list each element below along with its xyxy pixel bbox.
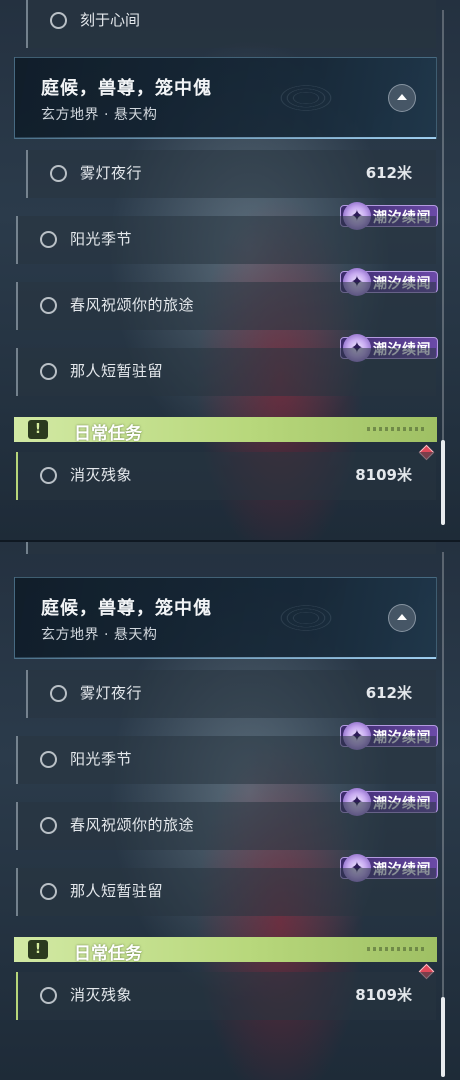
quest-panel-bottom: 庭候，兽尊，笼中傀 玄方地界 · 悬天构 雾灯夜行 612米 ✦ 潮汐续闻 阳光… [0, 540, 460, 1080]
quest-group-title: 庭候，兽尊，笼中傀 [41, 598, 212, 619]
daily-quest-header[interactable]: ! 日常任务 [14, 417, 437, 444]
radio-circle-icon [40, 751, 57, 768]
quest-title: 春风祝颂你的旅途 [70, 296, 195, 314]
daily-quest-header[interactable]: ! 日常任务 [14, 937, 437, 964]
alert-icon: ! [28, 420, 48, 439]
quest-distance: 8109米 [355, 466, 412, 484]
quest-row[interactable]: 春风祝颂你的旅途 [16, 802, 436, 850]
radio-circle-icon [50, 685, 67, 702]
quest-title: 阳光季节 [70, 230, 133, 248]
quest-row-partial[interactable]: 刻于心间 [26, 0, 436, 48]
quest-title: 阳光季节 [70, 750, 133, 768]
quest-group-title: 庭候，兽尊，笼中傀 [41, 78, 212, 99]
quest-row[interactable]: 阳光季节 [16, 216, 436, 264]
quest-title: 春风祝颂你的旅途 [70, 816, 195, 834]
collapse-up-icon[interactable] [388, 84, 416, 112]
radio-circle-icon [40, 817, 57, 834]
quest-title: 雾灯夜行 [80, 164, 143, 182]
radio-circle-icon [40, 297, 57, 314]
radio-circle-icon [50, 12, 67, 29]
daily-quest-title: 日常任务 [74, 424, 142, 444]
collapse-up-icon[interactable] [388, 604, 416, 632]
topographic-pattern [236, 582, 376, 654]
radio-circle-icon [40, 467, 57, 484]
quest-distance: 8109米 [355, 986, 412, 1004]
scrollbar-track[interactable] [441, 552, 445, 1077]
daily-quest-title: 日常任务 [74, 944, 142, 964]
radio-circle-icon [40, 883, 57, 900]
scrollbar-thumb[interactable] [441, 997, 445, 1077]
quest-distance: 612米 [365, 684, 412, 702]
quest-row[interactable]: 雾灯夜行 612米 [26, 670, 436, 718]
decorative-stripe [367, 947, 427, 951]
quest-distance: 612米 [365, 164, 412, 182]
scrollbar-thumb[interactable] [441, 440, 445, 525]
quest-title: 那人短暂驻留 [70, 882, 164, 900]
radio-circle-icon [40, 363, 57, 380]
radio-circle-icon [50, 165, 67, 182]
alert-icon: ! [28, 940, 48, 959]
decorative-stripe [367, 427, 427, 431]
quest-row-partial[interactable] [26, 542, 436, 554]
daily-quest-row[interactable]: 消灭残象 8109米 [16, 972, 436, 1020]
quest-group-header[interactable]: 庭候，兽尊，笼中傀 玄方地界 · 悬天构 [14, 577, 437, 659]
quest-title: 刻于心间 [80, 11, 141, 29]
quest-title: 那人短暂驻留 [70, 362, 164, 380]
quest-title: 雾灯夜行 [80, 684, 143, 702]
radio-circle-icon [40, 231, 57, 248]
quest-group-subtitle: 玄方地界 · 悬天构 [41, 107, 158, 123]
quest-row[interactable]: 雾灯夜行 612米 [26, 150, 436, 198]
quest-group-header[interactable]: 庭候，兽尊，笼中傀 玄方地界 · 悬天构 [14, 57, 437, 139]
quest-group-subtitle: 玄方地界 · 悬天构 [41, 627, 158, 643]
quest-row[interactable]: 那人短暂驻留 [16, 868, 436, 916]
topographic-pattern [236, 62, 376, 134]
quest-row[interactable]: 春风祝颂你的旅途 [16, 282, 436, 330]
quest-title: 消灭残象 [70, 986, 133, 1004]
quest-row[interactable]: 阳光季节 [16, 736, 436, 784]
scrollbar-track[interactable] [441, 10, 445, 525]
quest-panel-top: 刻于心间 庭候，兽尊，笼中傀 玄方地界 · 悬天构 雾灯夜行 612米 ✦ 潮汐… [0, 0, 460, 540]
quest-row[interactable]: 那人短暂驻留 [16, 348, 436, 396]
daily-quest-row[interactable]: 消灭残象 8109米 [16, 452, 436, 500]
quest-title: 消灭残象 [70, 466, 133, 484]
radio-circle-icon [40, 987, 57, 1004]
